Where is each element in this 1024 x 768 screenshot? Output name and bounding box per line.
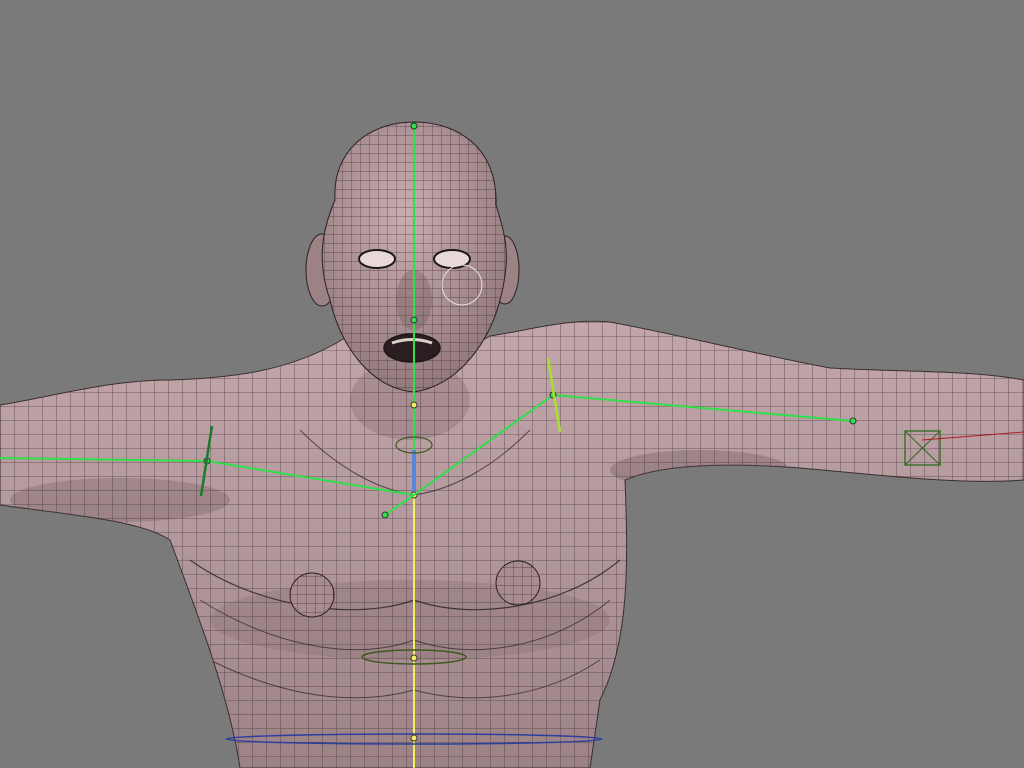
human-body-mesh[interactable] [0, 300, 1024, 768]
3d-viewport[interactable] [0, 0, 1024, 768]
viewport-canvas[interactable] [0, 0, 1024, 768]
left-eye [358, 249, 396, 269]
